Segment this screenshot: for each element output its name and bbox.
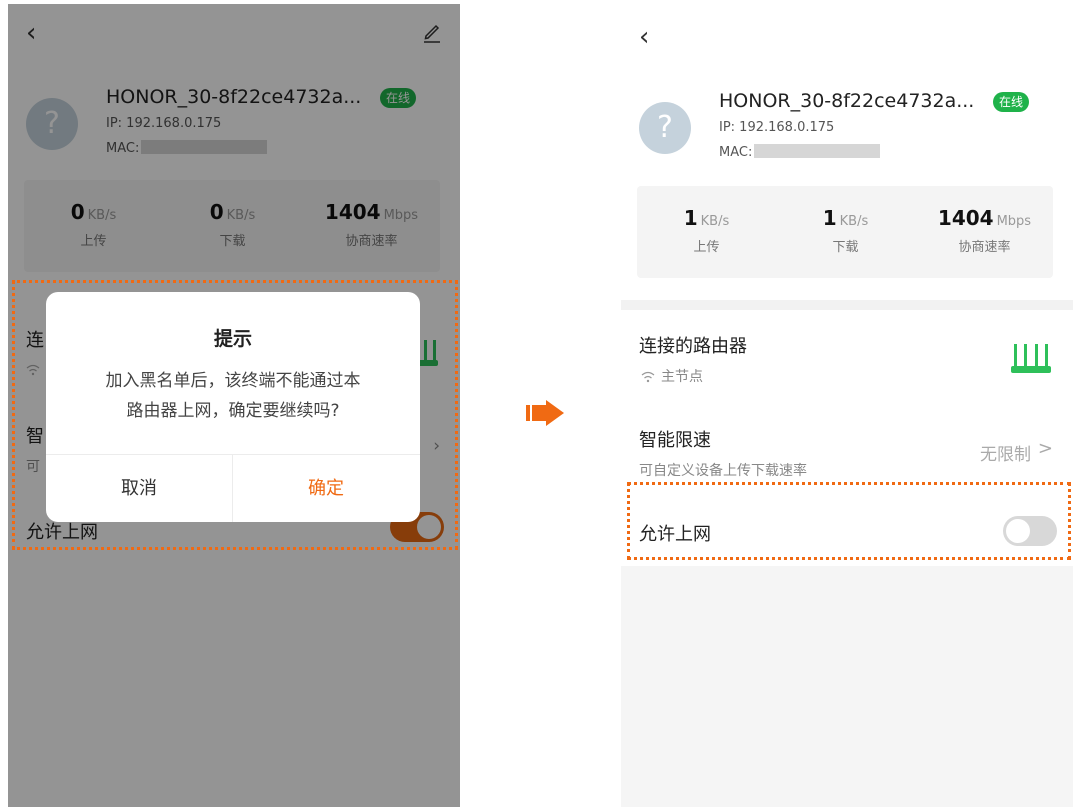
router-antenna-icon (1011, 344, 1051, 373)
right-phone-screen: ‹ ? HONOR_30-8f22ce4732a... 在线 IP: 192.1… (621, 4, 1073, 807)
download-unit: KB/s (839, 214, 869, 229)
download-stat: 1 KB/s 下载 (776, 186, 915, 255)
traffic-stats-panel: 1 KB/s 上传 1 KB/s 下载 1404 Mbps 协商速率 (637, 186, 1053, 278)
link-rate-value: 1404 (937, 206, 994, 230)
device-avatar: ? (639, 102, 691, 154)
wifi-icon (641, 371, 655, 383)
section-divider (621, 300, 1073, 310)
chevron-right-icon: > (1037, 438, 1053, 459)
speed-limit-value: 无限制 (980, 445, 1031, 465)
speed-limit-title: 智能限速 (639, 430, 711, 451)
download-value: 1 (822, 206, 837, 230)
upload-unit: KB/s (700, 214, 730, 229)
upload-label: 上传 (693, 240, 720, 255)
empty-content-area (621, 566, 1073, 807)
upload-value: 1 (683, 206, 698, 230)
online-status-badge: 在线 (993, 92, 1030, 112)
highlight-dialog-box (12, 280, 458, 550)
upload-stat: 1 KB/s 上传 (637, 186, 776, 255)
connected-router-title: 连接的路由器 (639, 336, 747, 357)
link-rate-label: 协商速率 (958, 240, 1011, 255)
device-ip: IP: 192.168.0.175 (719, 120, 835, 135)
speed-limit-subtitle: 可自定义设备上传下载速率 (639, 463, 807, 479)
question-mark-icon: ? (657, 110, 673, 145)
device-name: HONOR_30-8f22ce4732a... (719, 90, 975, 112)
connected-router-node: 主节点 (661, 369, 703, 385)
device-mac: MAC: (719, 144, 881, 160)
back-chevron-icon[interactable]: ‹ (639, 24, 649, 50)
highlight-allow-internet-row (627, 482, 1071, 560)
link-rate-unit: Mbps (996, 214, 1032, 229)
mac-label: MAC: (719, 145, 753, 160)
mac-redaction (754, 144, 881, 158)
link-rate-stat: 1404 Mbps 协商速率 (915, 186, 1054, 255)
download-label: 下载 (832, 240, 859, 255)
right-arrow-icon (526, 400, 564, 426)
